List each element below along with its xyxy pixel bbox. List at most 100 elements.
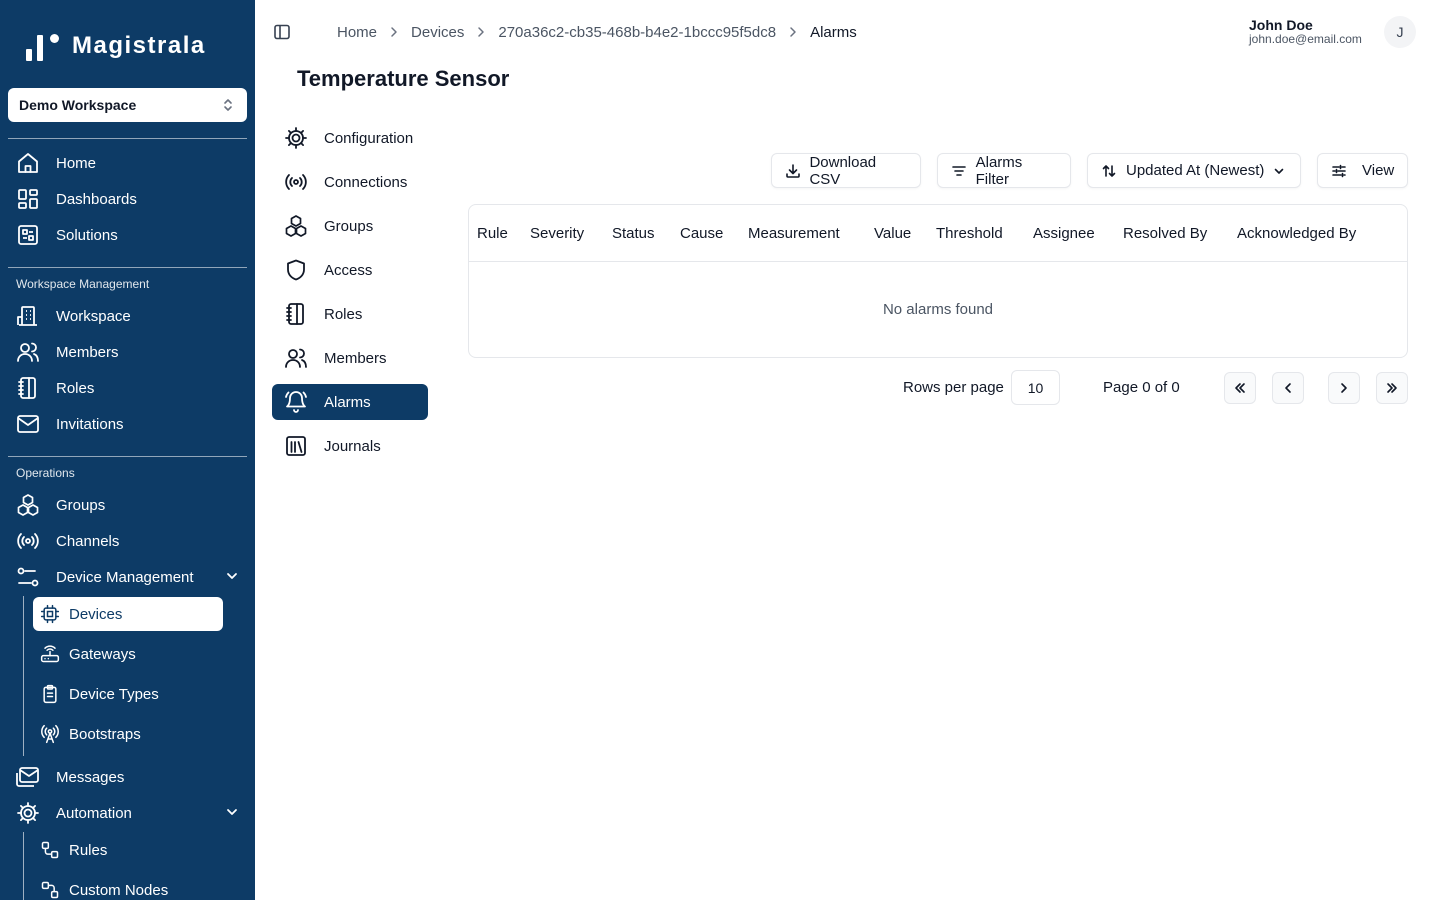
- chevron-down-icon: [1273, 165, 1285, 177]
- column-header-cause[interactable]: Cause: [680, 225, 723, 242]
- column-header-value[interactable]: Value: [874, 225, 911, 242]
- page-info: Page 0 of 0: [1103, 379, 1180, 396]
- sort-arrows-icon: [1100, 162, 1118, 180]
- next-page-button[interactable]: [1328, 372, 1360, 404]
- rows-per-page-select[interactable]: 10: [1011, 370, 1060, 405]
- logo-mark-icon: [24, 31, 62, 61]
- sidebar-item-solutions[interactable]: Solutions: [16, 220, 247, 250]
- sort-select[interactable]: Updated At (Newest): [1087, 153, 1301, 188]
- sidebar-item-label: Invitations: [56, 415, 124, 433]
- last-page-button[interactable]: [1376, 372, 1408, 404]
- device-tab-members[interactable]: Members: [272, 340, 428, 376]
- sidebar-item-messages[interactable]: Messages: [16, 762, 247, 792]
- breadcrumb-device-id[interactable]: 270a36c2-cb35-468b-b4e2-1bccc95f5dc8: [498, 24, 776, 41]
- device-tab-label: Groups: [324, 217, 374, 235]
- sidebar-subitem-gateways[interactable]: Gateways: [40, 637, 223, 671]
- sidebar-item-groups[interactable]: Groups: [16, 490, 247, 520]
- sidebar-subitem-rules[interactable]: Rules: [40, 833, 223, 867]
- filter-lines-icon: [950, 162, 968, 180]
- empty-state-message: No alarms found: [882, 301, 994, 318]
- alarms-filter-button[interactable]: Alarms Filter: [937, 153, 1071, 188]
- submenu-line: [23, 832, 24, 900]
- device-tab-label: Access: [324, 261, 373, 279]
- column-header-severity[interactable]: Severity: [530, 225, 584, 242]
- submenu-line: [23, 596, 24, 756]
- previous-page-button[interactable]: [1272, 372, 1304, 404]
- sidebar-item-label: Members: [56, 343, 119, 361]
- app-logo[interactable]: Magistrala: [24, 30, 206, 62]
- sidebar-item-automation[interactable]: Automation: [16, 798, 247, 828]
- chevron-down-icon: [225, 805, 239, 819]
- users-icon: [284, 346, 308, 370]
- column-header-status[interactable]: Status: [612, 225, 655, 242]
- app-name: Magistrala: [72, 32, 206, 59]
- router-icon: [40, 644, 60, 664]
- sidebar-toggle-button[interactable]: [272, 22, 292, 42]
- sidebar-item-device-management[interactable]: Device Management: [16, 562, 247, 592]
- workflow-icon: [40, 840, 60, 860]
- alarms-filter-label: Alarms Filter: [975, 153, 1023, 188]
- sidebar-item-roles[interactable]: Roles: [16, 373, 247, 403]
- sidebar-divider: [8, 267, 247, 268]
- first-page-button[interactable]: [1224, 372, 1256, 404]
- download-csv-label: Download CSV: [809, 153, 877, 188]
- device-tab-roles[interactable]: Roles: [272, 296, 428, 332]
- device-tab-configuration[interactable]: Configuration: [272, 120, 428, 156]
- device-tab-label: Members: [324, 349, 387, 367]
- chevrons-left-icon: [1233, 381, 1247, 395]
- device-tab-journals[interactable]: Journals: [272, 428, 428, 464]
- gear-icon: [16, 801, 40, 825]
- sidebar-item-label: Messages: [56, 768, 125, 786]
- sidebar-item-invitations[interactable]: Invitations: [16, 409, 247, 439]
- view-label: View: [1362, 162, 1395, 179]
- sidebar-subitem-custom-nodes[interactable]: Custom Nodes: [40, 873, 223, 900]
- sidebar-item-label: Solutions: [56, 226, 118, 244]
- sidebar-subitem-device-types[interactable]: Device Types: [40, 677, 223, 711]
- device-tab-groups[interactable]: Groups: [272, 208, 428, 244]
- device-tab-label: Roles: [324, 305, 363, 323]
- column-header-assignee[interactable]: Assignee: [1033, 225, 1095, 242]
- column-header-resolved-by[interactable]: Resolved By: [1123, 225, 1207, 242]
- shield-icon: [284, 258, 308, 282]
- column-header-threshold[interactable]: Threshold: [936, 225, 1003, 242]
- clipboard-icon: [40, 684, 60, 704]
- chevron-left-icon: [1281, 381, 1295, 395]
- device-tab-label: Connections: [324, 173, 408, 191]
- sidebar-item-channels[interactable]: Channels: [16, 526, 247, 556]
- antenna-icon: [40, 724, 60, 744]
- column-header-acknowledged-by[interactable]: Acknowledged By: [1237, 225, 1356, 242]
- sidebar-item-dashboards[interactable]: Dashboards: [16, 184, 247, 214]
- sidebar-item-home[interactable]: Home: [16, 148, 247, 178]
- view-options-button[interactable]: View: [1317, 153, 1408, 188]
- sidebar-divider: [8, 456, 247, 457]
- sort-label: Updated At (Newest): [1126, 162, 1265, 179]
- download-csv-button[interactable]: Download CSV: [771, 153, 921, 188]
- sidebar-item-members[interactable]: Members: [16, 337, 247, 367]
- sidebar-item-label: Gateways: [69, 645, 136, 663]
- sidebar-item-label: Home: [56, 154, 97, 172]
- sidebar-item-label: Channels: [56, 532, 120, 550]
- breadcrumb-devices[interactable]: Devices: [411, 24, 464, 41]
- device-tab-connections[interactable]: Connections: [272, 164, 428, 200]
- bell-icon: [284, 390, 308, 414]
- chevron-right-icon: [390, 26, 398, 38]
- radio-icon: [16, 529, 40, 553]
- rows-per-page-label: Rows per page: [903, 379, 1004, 396]
- avatar[interactable]: J: [1384, 16, 1416, 48]
- device-tab-label: Journals: [324, 437, 381, 455]
- device-tab-alarms[interactable]: Alarms: [272, 384, 428, 420]
- sidebar-item-workspace[interactable]: Workspace: [16, 301, 247, 331]
- chevron-right-icon: [1337, 381, 1351, 395]
- workspace-select[interactable]: Demo Workspace: [8, 88, 247, 122]
- dashboard-icon: [16, 187, 40, 211]
- notebook-icon: [284, 302, 308, 326]
- column-header-measurement[interactable]: Measurement: [748, 225, 840, 242]
- column-header-rule[interactable]: Rule: [477, 225, 508, 242]
- sidebar-subitem-bootstraps[interactable]: Bootstraps: [40, 717, 223, 751]
- notebook-icon: [16, 376, 40, 400]
- breadcrumb-home[interactable]: Home: [337, 24, 377, 41]
- mail-open-icon: [16, 765, 40, 789]
- user-info[interactable]: John Doe john.doe@email.com: [1249, 18, 1362, 45]
- device-tab-access[interactable]: Access: [272, 252, 428, 288]
- sidebar-subitem-devices[interactable]: Devices: [33, 597, 223, 631]
